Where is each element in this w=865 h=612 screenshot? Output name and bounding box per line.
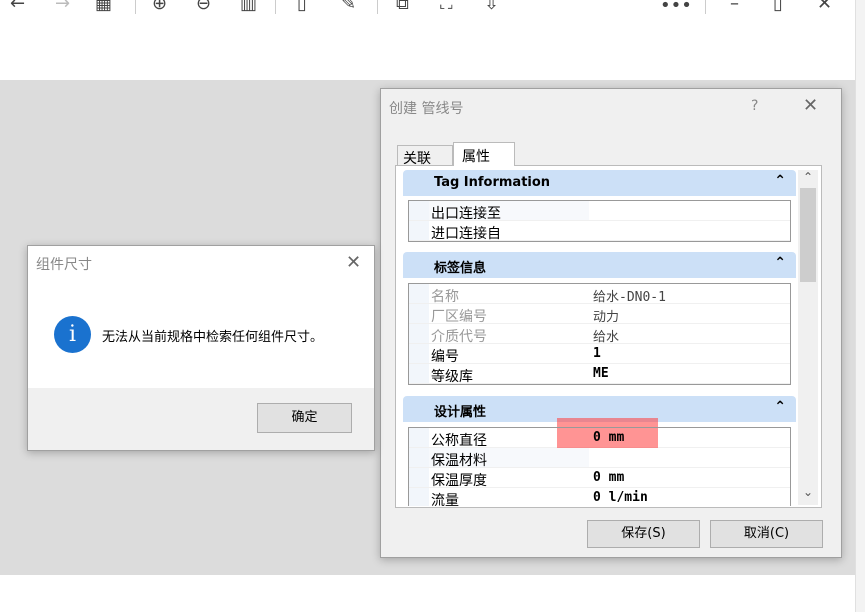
divider bbox=[135, 0, 136, 14]
tag-information-grid: 出口连接至 进口连接自 bbox=[408, 200, 791, 242]
property-row[interactable]: 等级库 ME bbox=[409, 364, 790, 385]
property-key: 介质代号 bbox=[431, 329, 487, 345]
minimize-icon[interactable]: – bbox=[730, 0, 739, 14]
property-key: 等级库 bbox=[431, 369, 473, 385]
message-text: 无法从当前规格中检索任何组件尺寸。 bbox=[102, 330, 324, 345]
cancel-button[interactable]: 取消(C) bbox=[710, 520, 823, 548]
property-key: 保温材料 bbox=[431, 453, 487, 469]
grid-icon[interactable]: ▦ bbox=[95, 0, 112, 14]
property-row[interactable]: 厂区编号 动力 bbox=[409, 304, 790, 325]
viewer-toolbar: ← → ▦ ⊕ ⊖ ▥ ▯ ✎ ⧉ ⛶ ⇩ ••• – ▯ ✕ bbox=[0, 0, 855, 80]
scroll-up-icon[interactable]: ⌃ bbox=[803, 170, 813, 184]
section-header-tag-information[interactable]: Tag Information ⌃ bbox=[403, 170, 796, 196]
property-key: 进口连接自 bbox=[431, 226, 501, 242]
property-value[interactable]: 0 l/min bbox=[593, 490, 648, 505]
tab-association[interactable]: 关联 bbox=[397, 145, 453, 167]
property-row[interactable]: 公称直径 0 mm bbox=[409, 428, 790, 449]
tab-properties[interactable]: 属性 bbox=[453, 142, 515, 166]
scrollbar[interactable] bbox=[855, 0, 865, 612]
more-icon[interactable]: ••• bbox=[660, 0, 692, 16]
section-title: 设计属性 bbox=[434, 405, 487, 420]
property-key: 保温厚度 bbox=[431, 473, 487, 489]
scroll-down-icon[interactable]: ⌄ bbox=[803, 485, 813, 499]
property-value[interactable]: 0 mm bbox=[593, 470, 624, 485]
property-value[interactable]: 1 bbox=[593, 346, 601, 361]
section-title: Tag Information bbox=[434, 175, 551, 190]
message-close-button[interactable]: ✕ bbox=[346, 252, 361, 273]
property-row[interactable]: 出口连接至 bbox=[409, 201, 790, 222]
ok-button[interactable]: 确定 bbox=[257, 403, 352, 433]
design-properties-grid: 公称直径 0 mm 保温材料 保温厚度 0 mm 流量 0 l/min bbox=[408, 427, 791, 506]
fit-icon[interactable]: ▥ bbox=[240, 0, 257, 14]
property-key: 出口连接至 bbox=[431, 206, 501, 222]
section-header-tag-info[interactable]: 标签信息 ⌃ bbox=[403, 252, 796, 278]
property-value: 动力 bbox=[593, 310, 620, 325]
close-button[interactable]: ✕ bbox=[803, 95, 818, 116]
select-icon[interactable]: ⛶ bbox=[440, 0, 453, 14]
property-row[interactable]: 名称 给水-DN0-1 bbox=[409, 284, 790, 305]
collapse-icon[interactable]: ⌃ bbox=[774, 399, 786, 415]
message-dialog-title: 组件尺寸 bbox=[36, 257, 92, 273]
property-row[interactable]: 进口连接自 bbox=[409, 221, 790, 242]
save-button[interactable]: 保存(S) bbox=[587, 520, 700, 548]
property-row[interactable]: 介质代号 给水 bbox=[409, 324, 790, 345]
scrollbar-thumb[interactable] bbox=[800, 188, 816, 282]
info-icon: i bbox=[54, 316, 91, 353]
property-key: 编号 bbox=[431, 349, 459, 365]
property-value: 给水 bbox=[593, 330, 620, 345]
property-key: 公称直径 bbox=[431, 433, 487, 449]
property-value[interactable]: ME bbox=[593, 366, 609, 381]
property-value[interactable]: 0 mm bbox=[593, 430, 624, 445]
property-row[interactable]: 流量 0 l/min bbox=[409, 488, 790, 506]
property-value: 给水-DN0-1 bbox=[593, 290, 666, 305]
page-icon[interactable]: ▯ bbox=[297, 0, 307, 14]
collapse-icon[interactable]: ⌃ bbox=[774, 255, 786, 271]
divider bbox=[275, 0, 276, 14]
close-icon[interactable]: ✕ bbox=[817, 0, 832, 14]
property-key: 流量 bbox=[431, 493, 459, 506]
dialog-title: 创建 管线号 bbox=[389, 101, 464, 117]
property-row[interactable]: 保温厚度 0 mm bbox=[409, 468, 790, 489]
section-title: 标签信息 bbox=[434, 261, 487, 276]
panel-scrollbar[interactable]: ⌃ ⌄ bbox=[798, 170, 818, 505]
divider bbox=[377, 0, 378, 14]
property-key: 厂区编号 bbox=[431, 309, 487, 325]
edit-icon[interactable]: ✎ bbox=[341, 0, 356, 14]
zoom-in-icon[interactable]: ⊕ bbox=[152, 0, 167, 14]
property-row[interactable]: 保温材料 bbox=[409, 448, 790, 469]
forward-icon[interactable]: → bbox=[55, 0, 70, 14]
back-icon[interactable]: ← bbox=[10, 0, 25, 14]
maximize-icon[interactable]: ▯ bbox=[773, 0, 783, 14]
property-row[interactable]: 编号 1 bbox=[409, 344, 790, 365]
zoom-out-icon[interactable]: ⊖ bbox=[196, 0, 211, 14]
collapse-icon[interactable]: ⌃ bbox=[774, 173, 786, 189]
help-button[interactable]: ? bbox=[751, 98, 758, 114]
download-icon[interactable]: ⇩ bbox=[484, 0, 499, 14]
translate-icon[interactable]: ⧉ bbox=[396, 0, 409, 14]
tag-info-grid: 名称 给水-DN0-1 厂区编号 动力 介质代号 给水 编号 1 等级库 ME bbox=[408, 283, 791, 385]
tab-label: 属性 bbox=[462, 149, 490, 165]
divider bbox=[705, 0, 706, 14]
property-key: 名称 bbox=[431, 289, 459, 305]
